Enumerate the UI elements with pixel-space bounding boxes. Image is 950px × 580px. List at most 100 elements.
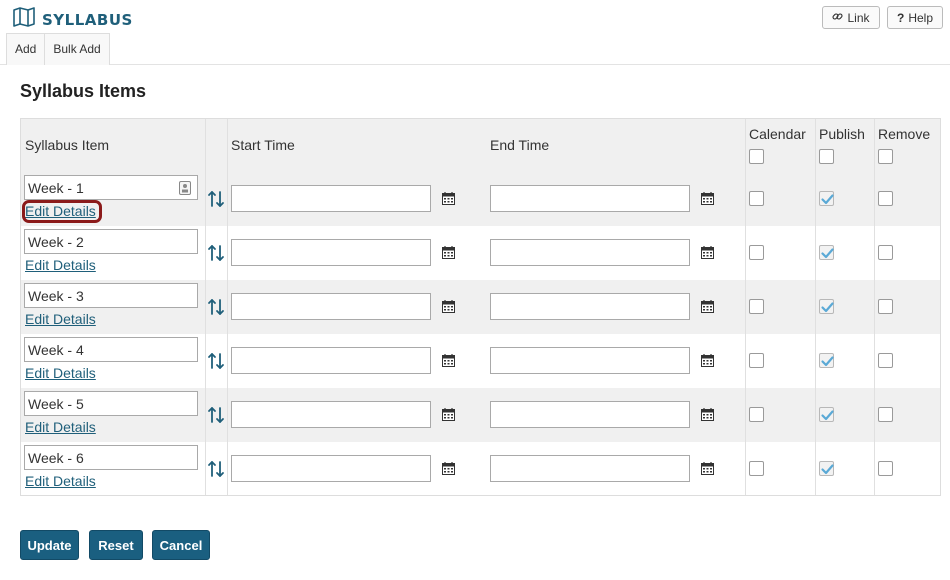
tab-bulk-add[interactable]: Bulk Add <box>44 34 108 65</box>
calendar-checkbox[interactable] <box>749 191 764 206</box>
publish-checkbox[interactable] <box>819 191 834 206</box>
remove-checkbox[interactable] <box>878 407 893 422</box>
start-time-input[interactable] <box>231 293 431 320</box>
remove-checkbox[interactable] <box>878 461 893 476</box>
question-icon: ? <box>896 10 905 25</box>
table-header: Syllabus Item Start Time End Time Calend… <box>21 119 940 173</box>
publish-checkbox[interactable] <box>819 299 834 314</box>
calendar-all-checkbox[interactable] <box>749 149 764 164</box>
col-start-time: Start Time <box>231 137 295 153</box>
sort-arrows-icon[interactable] <box>207 405 225 430</box>
calendar-icon[interactable] <box>442 300 455 318</box>
calendar-icon[interactable] <box>442 246 455 264</box>
contact-badge-icon <box>179 181 191 200</box>
highlight-annotation <box>22 200 102 223</box>
col-calendar: Calendar <box>749 126 806 142</box>
calendar-checkbox[interactable] <box>749 407 764 422</box>
table-row: Edit Details <box>21 442 940 496</box>
remove-checkbox[interactable] <box>878 299 893 314</box>
table-row: Edit Details <box>21 226 940 280</box>
app-title: SYLLABUS <box>42 10 133 29</box>
end-time-input[interactable] <box>490 293 690 320</box>
sort-arrows-icon[interactable] <box>207 351 225 376</box>
remove-all-checkbox[interactable] <box>878 149 893 164</box>
calendar-checkbox[interactable] <box>749 353 764 368</box>
column-divider <box>227 119 228 495</box>
publish-checkbox[interactable] <box>819 353 834 368</box>
brand: SYLLABUS <box>12 6 133 33</box>
start-time-input[interactable] <box>231 185 431 212</box>
help-button[interactable]: ? Help <box>887 6 943 29</box>
reset-button[interactable]: Reset <box>89 530 143 560</box>
link-button[interactable]: Link <box>822 6 880 29</box>
publish-checkbox[interactable] <box>819 461 834 476</box>
end-time-input[interactable] <box>490 347 690 374</box>
start-time-input[interactable] <box>231 455 431 482</box>
col-remove: Remove <box>878 126 931 142</box>
col-publish: Publish <box>819 126 865 142</box>
link-label: Link <box>847 10 870 25</box>
calendar-icon[interactable] <box>701 192 714 210</box>
remove-checkbox[interactable] <box>878 245 893 260</box>
column-divider <box>874 119 875 495</box>
calendar-icon[interactable] <box>442 462 455 480</box>
edit-details-link[interactable]: Edit Details <box>25 473 96 489</box>
calendar-icon[interactable] <box>701 246 714 264</box>
syllabus-item-name-input[interactable] <box>24 337 198 362</box>
calendar-icon[interactable] <box>442 192 455 210</box>
sort-arrows-icon[interactable] <box>207 459 225 484</box>
table-row: Edit Details <box>21 172 940 226</box>
end-time-input[interactable] <box>490 401 690 428</box>
start-time-input[interactable] <box>231 239 431 266</box>
start-time-input[interactable] <box>231 401 431 428</box>
calendar-checkbox[interactable] <box>749 461 764 476</box>
syllabus-item-name-input[interactable] <box>24 391 198 416</box>
calendar-icon[interactable] <box>442 408 455 426</box>
help-label: Help <box>908 10 934 25</box>
table-row: Edit Details <box>21 388 940 442</box>
column-divider <box>205 119 206 495</box>
syllabus-item-name-input[interactable] <box>24 175 198 200</box>
col-syllabus-item: Syllabus Item <box>25 137 110 153</box>
sort-arrows-icon[interactable] <box>207 189 225 214</box>
calendar-icon[interactable] <box>442 354 455 372</box>
calendar-icon[interactable] <box>701 462 714 480</box>
remove-checkbox[interactable] <box>878 353 893 368</box>
calendar-icon[interactable] <box>701 300 714 318</box>
update-button[interactable]: Update <box>20 530 79 560</box>
calendar-checkbox[interactable] <box>749 245 764 260</box>
col-end-time: End Time <box>490 137 550 153</box>
sort-arrows-icon[interactable] <box>207 297 225 322</box>
end-time-input[interactable] <box>490 185 690 212</box>
sort-arrows-icon[interactable] <box>207 243 225 268</box>
calendar-icon[interactable] <box>701 354 714 372</box>
syllabus-item-name-input[interactable] <box>24 283 198 308</box>
syllabus-item-name-input[interactable] <box>24 445 198 470</box>
end-time-input[interactable] <box>490 455 690 482</box>
link-icon <box>832 11 844 25</box>
header: SYLLABUS Link ? Help Add Bulk Add <box>0 0 950 65</box>
map-icon <box>12 6 36 33</box>
edit-details-link[interactable]: Edit Details <box>25 365 96 381</box>
edit-details-link[interactable]: Edit Details <box>25 311 96 327</box>
start-time-input[interactable] <box>231 347 431 374</box>
edit-details-link[interactable]: Edit Details <box>25 257 96 273</box>
syllabus-item-name-input[interactable] <box>24 229 198 254</box>
syllabus-table: Syllabus Item Start Time End Time Calend… <box>20 118 941 496</box>
publish-all-checkbox[interactable] <box>819 149 834 164</box>
table-row: Edit Details <box>21 334 940 388</box>
remove-checkbox[interactable] <box>878 191 893 206</box>
page-title: Syllabus Items <box>20 81 147 101</box>
publish-checkbox[interactable] <box>819 245 834 260</box>
column-divider <box>815 119 816 495</box>
publish-checkbox[interactable] <box>819 407 834 422</box>
column-divider <box>745 119 746 495</box>
cancel-button[interactable]: Cancel <box>152 530 210 560</box>
end-time-input[interactable] <box>490 239 690 266</box>
calendar-checkbox[interactable] <box>749 299 764 314</box>
tab-add[interactable]: Add <box>7 34 44 65</box>
tab-bar: Add Bulk Add <box>6 33 110 65</box>
edit-details-link[interactable]: Edit Details <box>25 419 96 435</box>
table-row: Edit Details <box>21 280 940 334</box>
calendar-icon[interactable] <box>701 408 714 426</box>
